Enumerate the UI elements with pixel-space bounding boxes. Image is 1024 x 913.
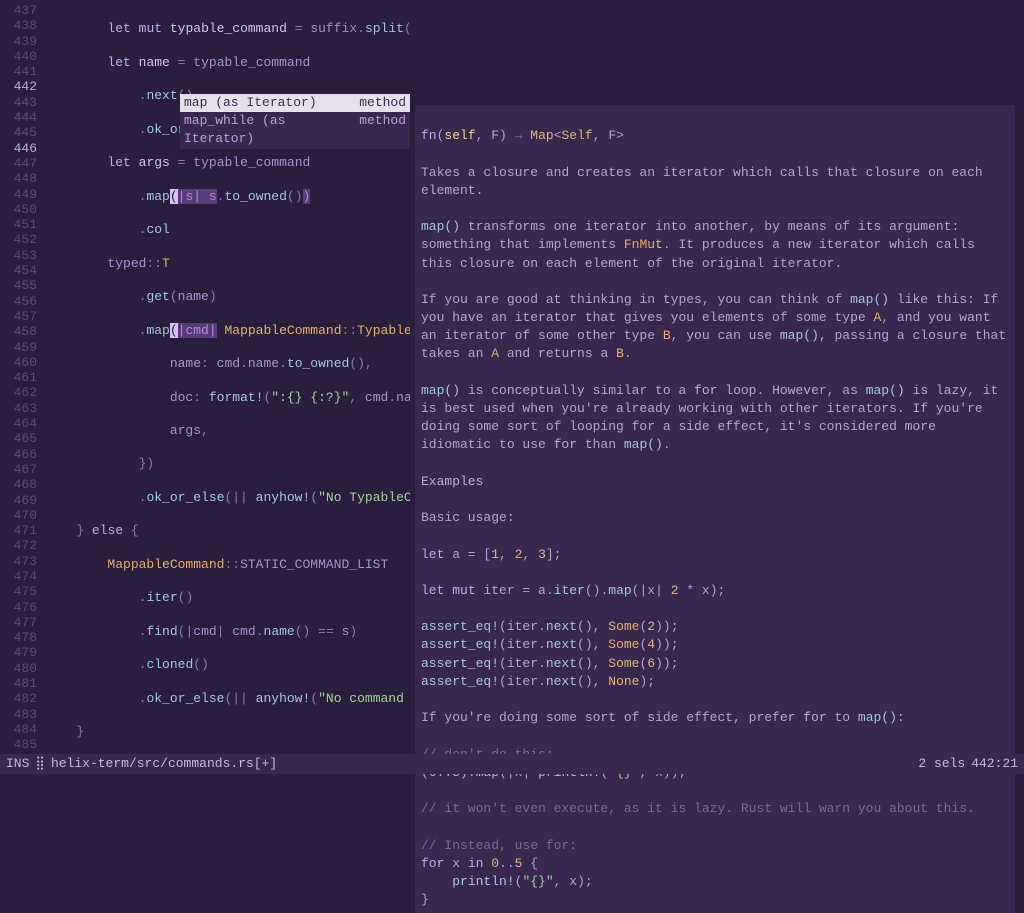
line-number: 444 <box>0 109 37 124</box>
completion-item[interactable]: map_while (as Iterator) method <box>180 112 410 148</box>
line-number: 462 <box>0 384 37 399</box>
line-number: 474 <box>0 568 37 583</box>
line-number: 457 <box>0 308 37 323</box>
line-number: 443 <box>0 94 37 109</box>
completion-item-selected[interactable]: map (as Iterator) method <box>180 94 410 112</box>
line-number: 459 <box>0 339 37 354</box>
line-number: 454 <box>0 262 37 277</box>
line-number: 440 <box>0 48 37 63</box>
line-number: 466 <box>0 446 37 461</box>
line-number: 472 <box>0 537 37 552</box>
completion-label: map_while (as Iterator) <box>184 112 359 148</box>
line-number: 484 <box>0 721 37 736</box>
completion-label: map (as Iterator) <box>184 94 317 112</box>
line-number: 439 <box>0 33 37 48</box>
line-number: 456 <box>0 293 37 308</box>
line-number: 464 <box>0 415 37 430</box>
line-number: 445 <box>0 124 37 139</box>
line-number: 449 <box>0 186 37 201</box>
line-number-active: 446 <box>0 140 37 155</box>
line-number: 438 <box>0 17 37 32</box>
line-number: 452 <box>0 231 37 246</box>
line-number: 441 <box>0 63 37 78</box>
line-number: 482 <box>0 690 37 705</box>
line-number: 475 <box>0 583 37 598</box>
line-number: 478 <box>0 629 37 644</box>
selection-count: 2 sels <box>918 755 965 773</box>
completion-kind: method <box>359 94 406 112</box>
line-number: 477 <box>0 614 37 629</box>
completion-kind: method <box>359 112 406 148</box>
line-number: 467 <box>0 461 37 476</box>
line-number: 465 <box>0 430 37 445</box>
line-number: 450 <box>0 201 37 216</box>
line-number: 468 <box>0 476 37 491</box>
mode-indicator: INS <box>6 755 29 773</box>
line-number: 473 <box>0 553 37 568</box>
line-number: 451 <box>0 216 37 231</box>
line-number: 437 <box>0 2 37 17</box>
line-number: 460 <box>0 354 37 369</box>
line-number: 455 <box>0 277 37 292</box>
line-number: 479 <box>0 644 37 659</box>
line-number: 463 <box>0 400 37 415</box>
file-path: helix-term/src/commands.rs[+] <box>51 755 277 773</box>
documentation-popup: fn(self, F) → Map<Self, F> Takes a closu… <box>415 105 1015 913</box>
separator-icon: ⣿ <box>35 755 45 773</box>
line-number: 483 <box>0 706 37 721</box>
line-number: 453 <box>0 247 37 262</box>
line-number: 469 <box>0 492 37 507</box>
line-number-gutter: 437 438 439 440 441 442 443 444 445 446 … <box>0 0 45 754</box>
status-bar: INS ⣿ helix-term/src/commands.rs[+] 2 se… <box>0 754 1024 774</box>
line-number: 480 <box>0 660 37 675</box>
line-number: 471 <box>0 522 37 537</box>
line-number: 448 <box>0 170 37 185</box>
completion-popup[interactable]: map (as Iterator) method map_while (as I… <box>180 94 410 149</box>
line-number-active: 442 <box>0 78 37 93</box>
line-number: 476 <box>0 599 37 614</box>
line-number: 458 <box>0 323 37 338</box>
line-number: 447 <box>0 155 37 170</box>
line-number: 481 <box>0 675 37 690</box>
cursor-position: 442:21 <box>971 755 1018 773</box>
line-number: 470 <box>0 507 37 522</box>
line-number: 485 <box>0 736 37 751</box>
line-number: 461 <box>0 369 37 384</box>
